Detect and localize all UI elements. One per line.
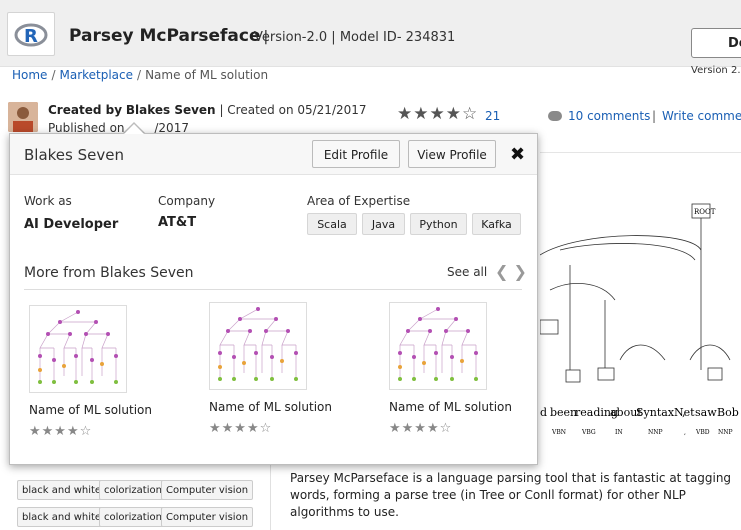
rating-stars[interactable]: ★★★★☆ [397, 104, 478, 124]
solution-name[interactable]: Name of ML solution [389, 400, 512, 414]
solution-card[interactable] [209, 302, 307, 390]
tag-chip[interactable]: Computer vision [161, 480, 254, 500]
svg-text:NNP: NNP [648, 429, 663, 436]
svg-text:Bob: Bob [717, 406, 739, 419]
section-divider [24, 289, 522, 290]
more-from-title: More from Blakes Seven [24, 265, 194, 281]
popup-pointer-inner [124, 124, 144, 134]
tree-graph-icon [398, 307, 478, 381]
svg-text:VBD: VBD [695, 429, 710, 436]
svg-text:SyntaxNet: SyntaxNet [636, 406, 695, 419]
company-label: Company [158, 194, 216, 208]
solution-stars: ★★★★☆ [209, 421, 273, 436]
svg-text:saw: saw [695, 406, 717, 419]
root-node-label: ROOT [694, 208, 716, 216]
svg-text:IN: IN [615, 429, 623, 436]
solution-stars: ★★★★☆ [29, 424, 93, 439]
svg-text:,: , [684, 429, 686, 436]
solution-name[interactable]: Name of ML solution [29, 403, 152, 417]
comments-link[interactable]: 10 comments [548, 109, 650, 123]
expertise-chip[interactable]: Scala [307, 213, 357, 235]
tree-graph-icon [38, 310, 118, 384]
solution-name[interactable]: Name of ML solution [209, 400, 332, 414]
r-logo-icon: R [14, 23, 48, 47]
app-meta: Version-2.0 | Model ID- 234831 [254, 30, 456, 45]
doc-button[interactable]: Do [691, 28, 741, 58]
expertise-chip[interactable]: Kafka [472, 213, 521, 235]
solution-thumbnail[interactable] [389, 302, 487, 390]
work-label: Work as [24, 194, 72, 208]
carousel-nav: ❮ ❯ [495, 262, 527, 281]
solution-card[interactable] [389, 302, 487, 390]
avatar[interactable] [8, 102, 38, 132]
content-divider [540, 152, 741, 153]
app-logo: R [7, 12, 55, 56]
solution-card[interactable] [29, 305, 127, 393]
expertise-label: Area of Expertise [307, 194, 411, 208]
svg-text:NNP: NNP [718, 429, 733, 436]
chevron-left-icon[interactable]: ❮ [495, 262, 508, 281]
comment-icon [548, 111, 562, 121]
breadcrumb-marketplace[interactable]: Marketplace [59, 68, 133, 82]
svg-text:VBN: VBN [551, 429, 566, 436]
tag-chip[interactable]: Computer vision [161, 507, 254, 527]
tag-chip[interactable]: black and white [17, 507, 107, 527]
solution-description: Parsey McParseface is a language parsing… [290, 471, 732, 519]
svg-text:d: d [540, 406, 547, 419]
expertise-chip[interactable]: Python [410, 213, 467, 235]
breadcrumb: Home / Marketplace / Name of ML solution [12, 68, 269, 82]
edit-profile-button[interactable]: Edit Profile [312, 140, 400, 168]
version-label: Version 2. [691, 65, 741, 76]
svg-text:been: been [550, 406, 577, 419]
svg-text:,: , [682, 406, 686, 419]
svg-text:VBG: VBG [581, 429, 596, 436]
solution-thumbnail[interactable] [29, 305, 127, 393]
breadcrumb-current: Name of ML solution [145, 68, 269, 82]
tag-chip[interactable]: colorization [99, 507, 167, 527]
author-line: Created by Blakes Seven | Created on 05/… [48, 103, 367, 117]
svg-text:R: R [24, 26, 38, 47]
rating-count[interactable]: 21 [485, 109, 500, 123]
company-value: AT&T [158, 215, 197, 230]
tree-graph-icon [218, 307, 298, 381]
solution-stars: ★★★★☆ [389, 421, 453, 436]
tag-chip[interactable]: black and white [17, 480, 107, 500]
chevron-right-icon[interactable]: ❯ [514, 262, 527, 281]
view-profile-button[interactable]: View Profile [408, 140, 496, 168]
see-all-link[interactable]: See all [447, 265, 487, 279]
tag-chip[interactable]: colorization [99, 480, 167, 500]
popup-author-name: Blakes Seven [24, 146, 124, 164]
author-profile-popup: Blakes Seven Edit Profile View Profile ✖… [9, 133, 538, 465]
author-name-link[interactable]: Blakes Seven [126, 103, 216, 117]
breadcrumb-home[interactable]: Home [12, 68, 47, 82]
solution-thumbnail[interactable] [209, 302, 307, 390]
app-title: Parsey McParseface | [69, 26, 269, 46]
parse-tree-image: ROOT d been reading about SyntaxNet , sa… [539, 190, 741, 450]
close-icon[interactable]: ✖ [510, 144, 525, 165]
write-comment-link[interactable]: |Write comment [652, 109, 741, 123]
work-value: AI Developer [24, 217, 119, 232]
expertise-chip[interactable]: Java [362, 213, 405, 235]
